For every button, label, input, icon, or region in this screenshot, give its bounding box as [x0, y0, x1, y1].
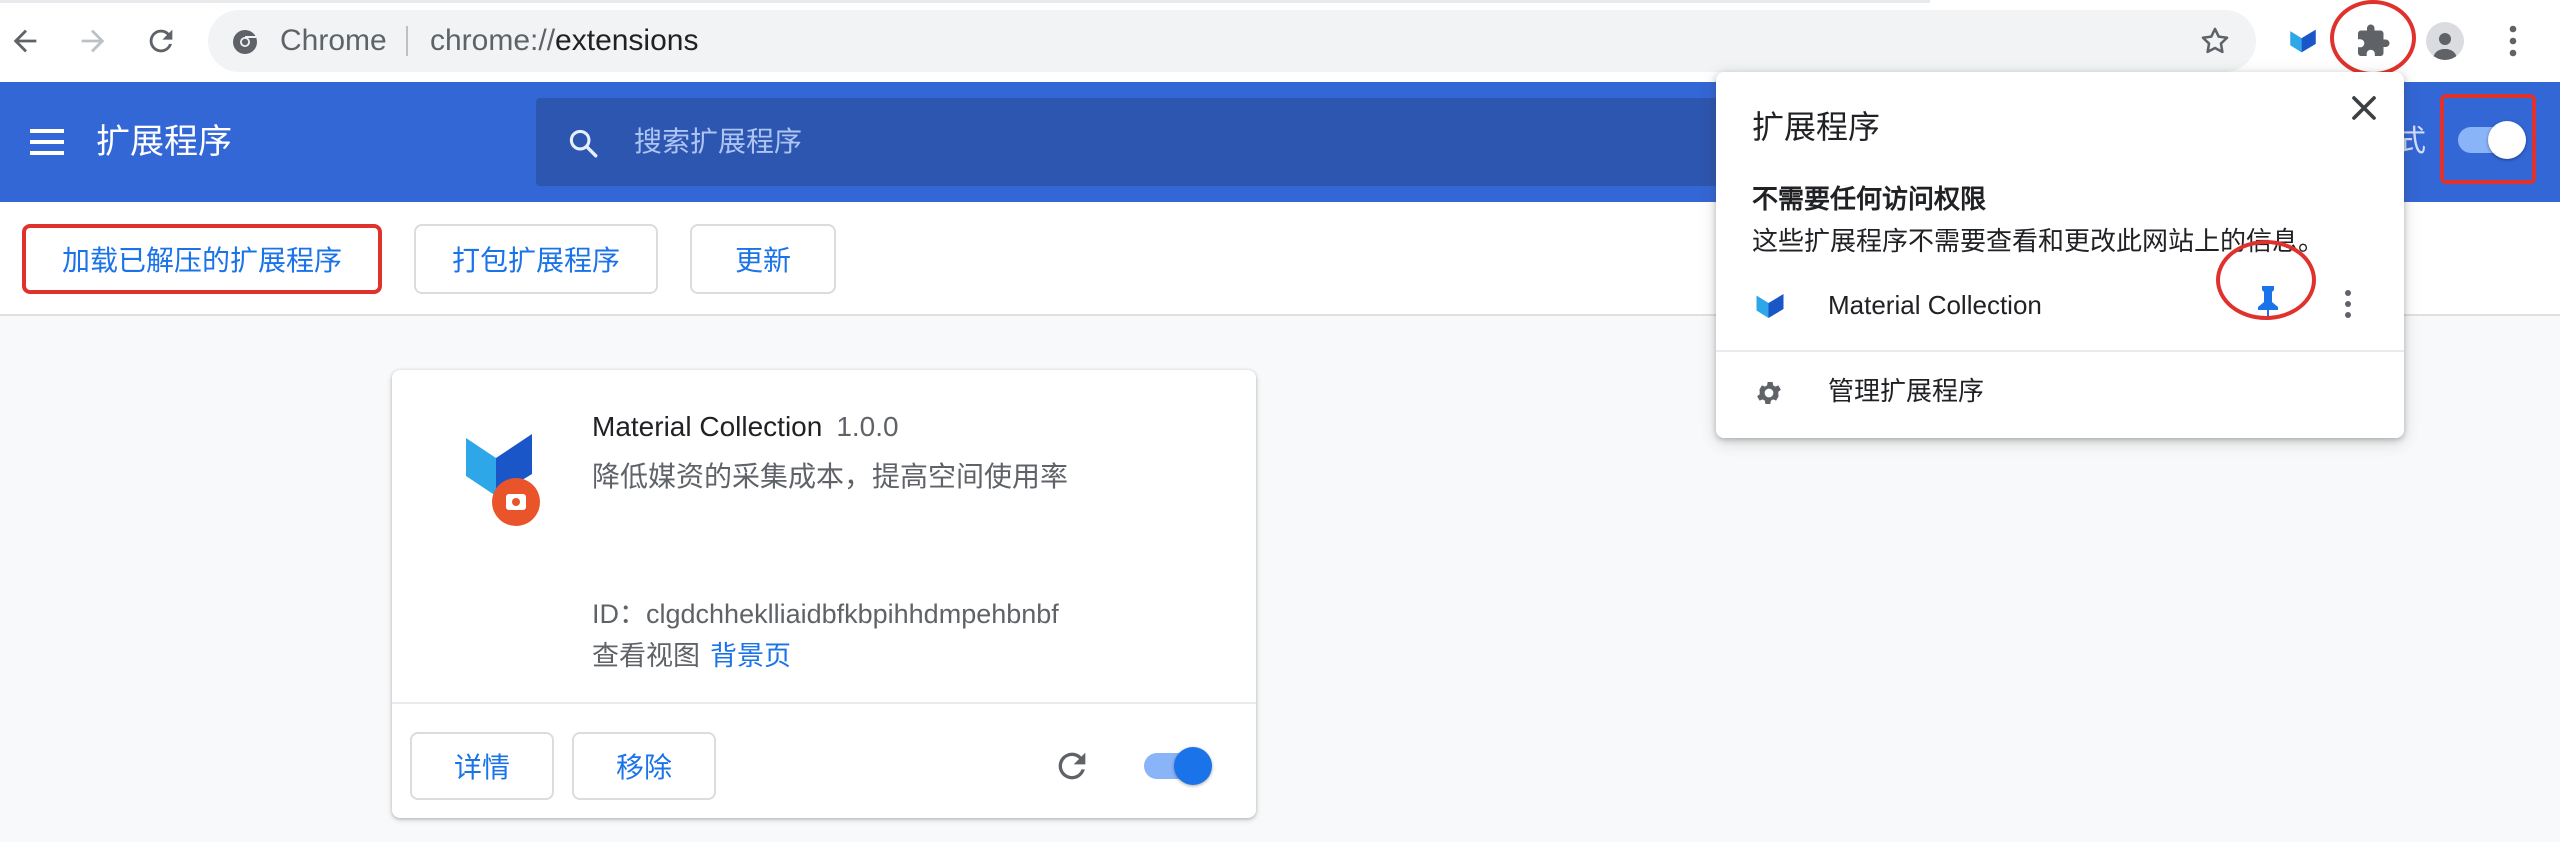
material-collection-icon[interactable] — [1752, 288, 1788, 324]
extension-enable-toggle[interactable] — [1144, 746, 1224, 786]
card-divider — [392, 702, 1256, 704]
more-options-icon[interactable] — [2338, 284, 2358, 324]
update-button[interactable]: 更新 — [690, 224, 836, 294]
developer-mode-toggle[interactable] — [2440, 94, 2536, 184]
forward-button[interactable] — [70, 18, 116, 64]
extension-card: Material Collection 1.0.0 降低媒资的采集成本，提高空间使… — [392, 370, 1256, 818]
popup-title: 扩展程序 — [1752, 109, 1881, 145]
avatar — [2426, 22, 2464, 60]
back-button[interactable] — [2, 18, 48, 64]
tab-strip-edge — [0, 0, 1930, 3]
address-separator — [406, 26, 408, 56]
details-button[interactable]: 详情 — [410, 732, 554, 800]
arrow-left-icon — [13, 29, 37, 53]
address-bar[interactable]: Chrome chrome://extensions — [208, 10, 2256, 72]
browser-toolbar: Chrome chrome://extensions — [0, 0, 2560, 82]
hamburger-menu-icon[interactable] — [28, 126, 68, 158]
toggle-knob — [1174, 747, 1212, 785]
bookmark-star-icon[interactable] — [2198, 24, 2232, 58]
popup-divider — [1716, 350, 2404, 352]
extension-name-text: Material Collection — [592, 411, 823, 442]
popup-extension-name[interactable]: Material Collection — [1828, 288, 2042, 322]
chrome-logo-icon — [232, 29, 258, 55]
reload-button[interactable] — [138, 18, 184, 64]
highlight-puzzle-circle — [2330, 0, 2416, 76]
highlight-pin-circle — [2216, 240, 2316, 320]
url-path: extensions — [555, 24, 699, 57]
pack-extension-button[interactable]: 打包扩展程序 — [414, 224, 658, 294]
remove-button[interactable]: 移除 — [572, 732, 716, 800]
url-scheme: chrome:// — [430, 24, 556, 57]
extension-id: ID：clgdchheklliaidbfkbpihhdmpehbnbf — [592, 599, 1059, 629]
extension-version: 1.0.0 — [836, 411, 899, 442]
reload-extension-icon[interactable] — [1052, 746, 1092, 786]
arrow-right-icon — [81, 29, 105, 53]
profile-avatar-button[interactable] — [2420, 16, 2470, 66]
page-title: 扩展程序 — [96, 123, 232, 161]
load-unpacked-button[interactable]: 加载已解压的扩展程序 — [22, 224, 382, 294]
kebab-menu-icon — [2509, 25, 2517, 57]
extension-description: 降低媒资的采集成本，提高空间使用率 — [592, 461, 1069, 492]
extension-logo-icon — [456, 420, 566, 530]
extension-name: Material Collection 1.0.0 — [592, 408, 899, 446]
close-icon[interactable] — [2344, 88, 2384, 128]
search-input[interactable] — [634, 120, 1534, 164]
background-page-link[interactable]: 背景页 — [710, 641, 791, 671]
reload-icon — [149, 29, 173, 53]
site-chip-label: Chrome — [280, 24, 387, 57]
browser-menu-button[interactable] — [2488, 16, 2538, 66]
inspect-views-label: 查看视图 — [592, 641, 700, 671]
inspect-views: 查看视图 背景页 — [592, 638, 791, 674]
extensions-menu-popup: 扩展程序 不需要任何访问权限 这些扩展程序不需要查看和更改此网站上的信息。 Ma… — [1716, 72, 2404, 438]
popup-section-title: 不需要任何访问权限 — [1752, 184, 1987, 214]
material-collection-toolbar-icon[interactable] — [2278, 16, 2328, 66]
person-icon — [2433, 33, 2457, 60]
search-icon — [566, 126, 600, 160]
url-text: chrome://extensions — [430, 24, 698, 58]
manage-extensions-link[interactable]: 管理扩展程序 — [1828, 374, 1984, 408]
search-bar — [536, 98, 1806, 186]
toggle-knob — [2488, 121, 2526, 159]
gear-icon — [1754, 378, 1784, 408]
